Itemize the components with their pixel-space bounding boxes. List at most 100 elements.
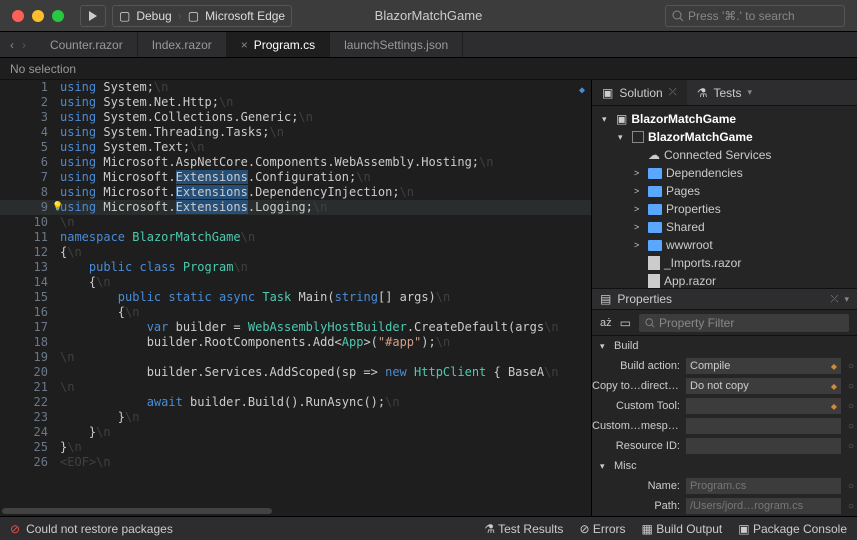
tree-item[interactable]: ☁Connected Services xyxy=(592,146,857,164)
reset-button[interactable]: ○ xyxy=(845,501,857,512)
code-line[interactable]: 18 builder.RootComponents.Add<App>("#app… xyxy=(0,335,591,350)
minimize-window-button[interactable] xyxy=(32,10,44,22)
property-value-input[interactable]: Do not copy xyxy=(686,378,841,394)
chevron-icon[interactable]: > xyxy=(634,168,644,178)
code-line[interactable]: 💡9using Microsoft.Extensions.Logging;\n xyxy=(0,200,591,215)
status-package-console[interactable]: ▣ Package Console xyxy=(738,522,847,536)
run-target-selector[interactable]: ▢ Debug › ▢ Microsoft Edge xyxy=(112,5,292,27)
zoom-window-button[interactable] xyxy=(52,10,64,22)
code-line[interactable]: 1using System;\n xyxy=(0,80,591,95)
lightbulb-icon[interactable]: 💡 xyxy=(52,200,63,215)
code-line[interactable]: 6using Microsoft.AspNetCore.Components.W… xyxy=(0,155,591,170)
chevron-down-icon[interactable]: ▾ xyxy=(600,461,610,472)
code-line[interactable]: 11namespace BlazorMatchGame\n xyxy=(0,230,591,245)
code-line[interactable]: 23 }\n xyxy=(0,410,591,425)
reset-button[interactable]: ○ xyxy=(845,401,857,412)
chevron-icon[interactable]: > xyxy=(634,186,644,196)
reset-button[interactable]: ○ xyxy=(845,361,857,372)
breadcrumb[interactable]: No selection xyxy=(0,58,857,80)
code-line[interactable]: 19\n xyxy=(0,350,591,365)
status-test-results[interactable]: ⚗ Test Results xyxy=(484,522,563,536)
code-line[interactable]: 4using System.Threading.Tasks;\n xyxy=(0,125,591,140)
chevron-icon[interactable]: > xyxy=(634,222,644,232)
property-group-header[interactable]: ▾Build xyxy=(592,336,857,356)
pin-icon[interactable]: ⤫ xyxy=(669,87,677,98)
code-line[interactable]: 3using System.Collections.Generic;\n xyxy=(0,110,591,125)
property-value-input[interactable] xyxy=(686,418,841,434)
close-window-button[interactable] xyxy=(12,10,24,22)
device-icon: ▢ xyxy=(119,9,130,23)
tree-item[interactable]: >Pages xyxy=(592,182,857,200)
run-button[interactable] xyxy=(80,5,106,27)
property-group-header[interactable]: ▾Misc xyxy=(592,456,857,476)
code-line[interactable]: 21\n xyxy=(0,380,591,395)
code-line[interactable]: 8using Microsoft.Extensions.DependencyIn… xyxy=(0,185,591,200)
chevron-icon[interactable]: ▾ xyxy=(602,114,612,125)
folder-icon xyxy=(648,204,662,215)
tab-index-razor[interactable]: Index.razor xyxy=(138,32,227,57)
code-line[interactable]: 26<EOF>\n xyxy=(0,455,591,470)
chevron-icon[interactable]: > xyxy=(634,240,644,250)
reset-button[interactable]: ○ xyxy=(845,381,857,392)
tab-program-cs[interactable]: × Program.cs xyxy=(227,32,330,57)
tree-item[interactable]: ▾BlazorMatchGame xyxy=(592,128,857,146)
code-line[interactable]: 24 }\n xyxy=(0,425,591,440)
reset-button[interactable]: ○ xyxy=(845,481,857,492)
reset-button[interactable]: ○ xyxy=(845,421,857,432)
chevron-down-icon[interactable]: ▾ xyxy=(600,341,610,352)
property-value-input[interactable] xyxy=(686,398,841,414)
tree-item[interactable]: >wwwroot xyxy=(592,236,857,254)
property-value-input[interactable]: Compile xyxy=(686,358,841,374)
code-line[interactable]: 14 {\n xyxy=(0,275,591,290)
pin-icon[interactable]: ⤫ xyxy=(830,294,838,305)
code-editor[interactable]: ◆ 1using System;\n2using System.Net.Http… xyxy=(0,80,591,506)
file-icon xyxy=(648,274,660,288)
code-line[interactable]: 17 var builder = WebAssemblyHostBuilder.… xyxy=(0,320,591,335)
tree-item[interactable]: > Shared xyxy=(592,218,857,236)
code-line[interactable]: 10\n xyxy=(0,215,591,230)
property-filter-input[interactable]: Property Filter xyxy=(639,314,849,332)
tree-item[interactable]: _Imports.razor xyxy=(592,254,857,272)
status-errors[interactable]: ⊘ Errors xyxy=(579,522,625,536)
tests-tab[interactable]: ⚗ Tests ▾ xyxy=(687,80,762,105)
tree-item-label: Shared xyxy=(666,220,705,234)
tree-item[interactable]: ▾▣BlazorMatchGame xyxy=(592,110,857,128)
code-line[interactable]: 25}\n xyxy=(0,440,591,455)
solution-tab[interactable]: ▣ Solution ⤫ xyxy=(592,80,687,105)
chevron-icon[interactable]: > xyxy=(634,204,644,214)
nav-forward-button[interactable]: › xyxy=(22,38,26,52)
code-line[interactable]: 7using Microsoft.Extensions.Configuratio… xyxy=(0,170,591,185)
tree-item[interactable]: App.razor xyxy=(592,272,857,288)
code-line[interactable]: 2using System.Net.Http;\n xyxy=(0,95,591,110)
code-line[interactable]: 5using System.Text;\n xyxy=(0,140,591,155)
horizontal-scrollbar[interactable] xyxy=(0,506,591,516)
tab-counter-razor[interactable]: Counter.razor xyxy=(36,32,138,57)
reset-button[interactable]: ○ xyxy=(845,441,857,452)
code-line[interactable]: 22 await builder.Build().RunAsync();\n xyxy=(0,395,591,410)
property-value-input[interactable]: /Users/jord…rogram.cs xyxy=(686,498,841,514)
code-line[interactable]: 15 public static async Task Main(string[… xyxy=(0,290,591,305)
status-error-message[interactable]: Could not restore packages xyxy=(26,522,173,536)
properties-icon: ▤ xyxy=(600,292,611,306)
global-search-input[interactable]: Press '⌘.' to search xyxy=(665,5,845,27)
chevron-right-icon: › xyxy=(178,9,182,23)
chevron-icon[interactable]: ▾ xyxy=(618,132,628,143)
code-line[interactable]: 12{\n xyxy=(0,245,591,260)
nav-back-button[interactable]: ‹ xyxy=(10,38,14,52)
categorize-button[interactable]: ▭ xyxy=(620,316,631,330)
property-value-input[interactable] xyxy=(686,438,841,454)
solution-tree[interactable]: ▾▣BlazorMatchGame▾BlazorMatchGame☁Connec… xyxy=(592,106,857,288)
tree-item[interactable]: >Properties xyxy=(592,200,857,218)
scrollbar-thumb[interactable] xyxy=(2,508,272,514)
sort-alpha-button[interactable]: aż xyxy=(600,317,612,329)
tree-item[interactable]: >Dependencies xyxy=(592,164,857,182)
close-tab-button[interactable]: × xyxy=(241,38,248,52)
code-line[interactable]: 13 public class Program\n xyxy=(0,260,591,275)
chevron-down-icon[interactable]: ▾ xyxy=(844,294,849,305)
tree-item-label: App.razor xyxy=(664,274,716,288)
code-line[interactable]: 16 {\n xyxy=(0,305,591,320)
code-line[interactable]: 20 builder.Services.AddScoped(sp => new … xyxy=(0,365,591,380)
status-build-output[interactable]: ▦ Build Output xyxy=(642,522,723,536)
property-value-input[interactable]: Program.cs xyxy=(686,478,841,494)
tab-launchsettings-json[interactable]: launchSettings.json xyxy=(330,32,463,57)
